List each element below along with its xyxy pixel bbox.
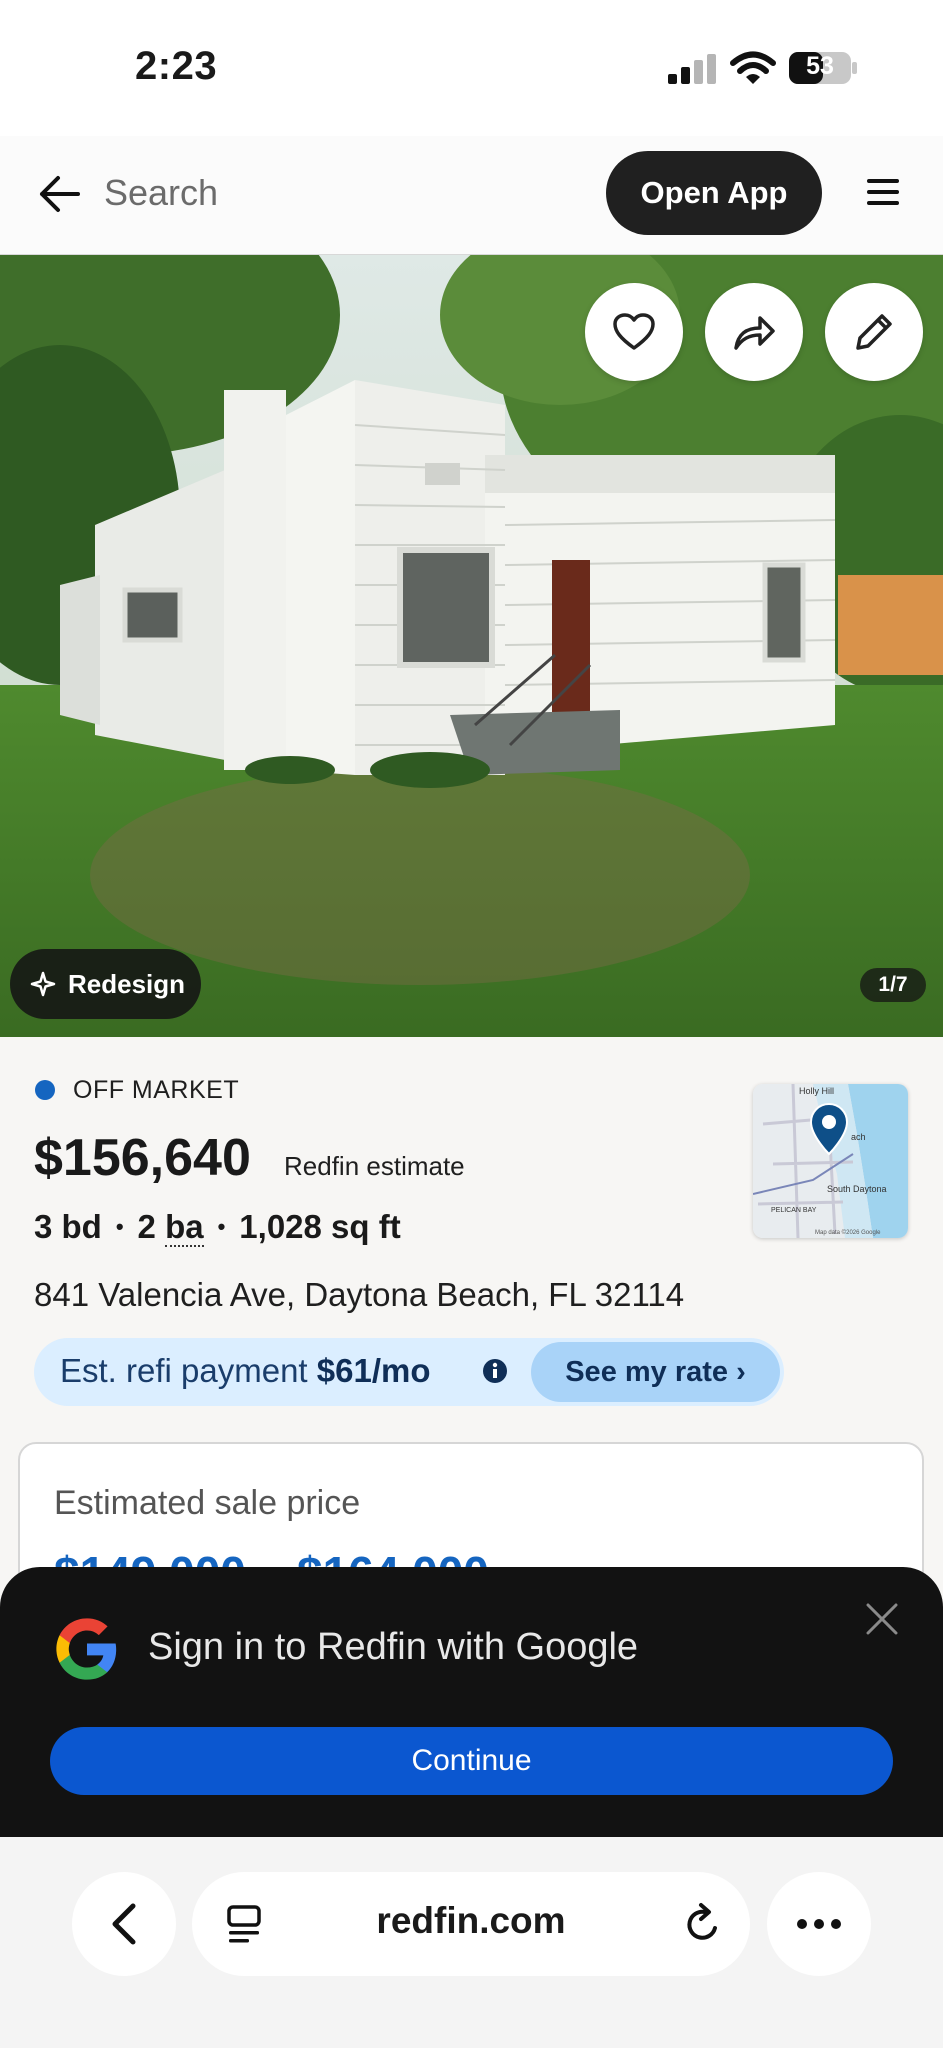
house-photo-illustration [0,255,943,1037]
share-arrow-icon [734,316,775,350]
back-arrow-icon[interactable] [38,174,82,214]
see-my-rate-button[interactable]: See my rate › [531,1342,780,1402]
baths-value: 2 [137,1208,156,1245]
baths-unit: ba [165,1208,204,1247]
browser-back-button[interactable] [72,1872,176,1976]
more-dots-icon [797,1919,841,1929]
continue-button[interactable]: Continue [50,1727,893,1795]
listing-price: $156,640 [34,1129,251,1187]
chevron-left-icon [112,1903,136,1945]
hamburger-menu-icon[interactable] [865,176,901,208]
favorite-button[interactable] [585,283,683,381]
share-button[interactable] [705,283,803,381]
map-label-holly-hill: Holly Hill [799,1086,834,1096]
map-label-south-daytona: South Daytona [827,1184,887,1194]
baths[interactable]: 2 ba [137,1208,204,1247]
reload-icon[interactable] [683,1902,723,1946]
separator-dot: • [115,1214,124,1239]
listing-address: 841 Valencia Ave, Daytona Beach, FL 3211… [34,1276,685,1313]
map-attribution: Map data ©2026 Google [815,1229,881,1236]
photo-counter: 1/7 [860,968,926,1002]
open-app-button[interactable]: Open App [606,151,822,235]
map-illustration: Holly Hill ach South Daytona PELICAN BAY… [753,1084,908,1238]
redesign-label: Redesign [68,968,186,999]
separator-dot: • [217,1214,226,1239]
property-facts: 3 bd • 2 ba • 1,028 sq ft [34,1208,401,1247]
refi-label: Est. refi payment [60,1352,308,1389]
heart-icon [613,313,655,350]
redesign-button[interactable]: Redesign [10,949,201,1019]
map-label-beach: ach [851,1132,866,1142]
url-text[interactable]: redfin.com [318,1900,624,1942]
beds: 3 bd [34,1208,102,1245]
google-logo-icon [56,1618,117,1680]
price-label: Redfin estimate [284,1151,465,1181]
map-thumbnail[interactable]: Holly Hill ach South Daytona PELICAN BAY… [753,1084,908,1238]
google-signin-sheet [0,1567,943,1837]
status-time: 2:23 [135,44,218,88]
more-options-button[interactable] [767,1872,871,1976]
signin-title: Sign in to Redfin with Google [148,1626,639,1668]
battery-indicator: 53 [788,50,858,86]
estimated-sale-price-title: Estimated sale price [54,1484,361,1522]
listing-status: OFF MARKET [73,1076,240,1104]
map-label-pelican-bay: PELICAN BAY [771,1207,817,1214]
info-icon[interactable] [482,1358,508,1384]
listing-photo[interactable] [0,255,943,1037]
tab-overview-icon[interactable] [226,1904,262,1944]
pencil-icon [856,314,892,350]
refi-amount: $61/mo [316,1352,431,1389]
cellular-signal-icon [668,54,716,84]
square-footage: 1,028 sq ft [239,1208,401,1245]
sparkle-icon [30,971,56,997]
status-dot [35,1080,55,1100]
wifi-icon [730,51,776,84]
battery-level: 53 [806,52,834,80]
edit-button[interactable] [825,283,923,381]
close-icon[interactable] [864,1601,900,1637]
search-input[interactable]: Search [104,172,218,214]
refi-payment-text: Est. refi payment $61/mo [60,1352,431,1390]
